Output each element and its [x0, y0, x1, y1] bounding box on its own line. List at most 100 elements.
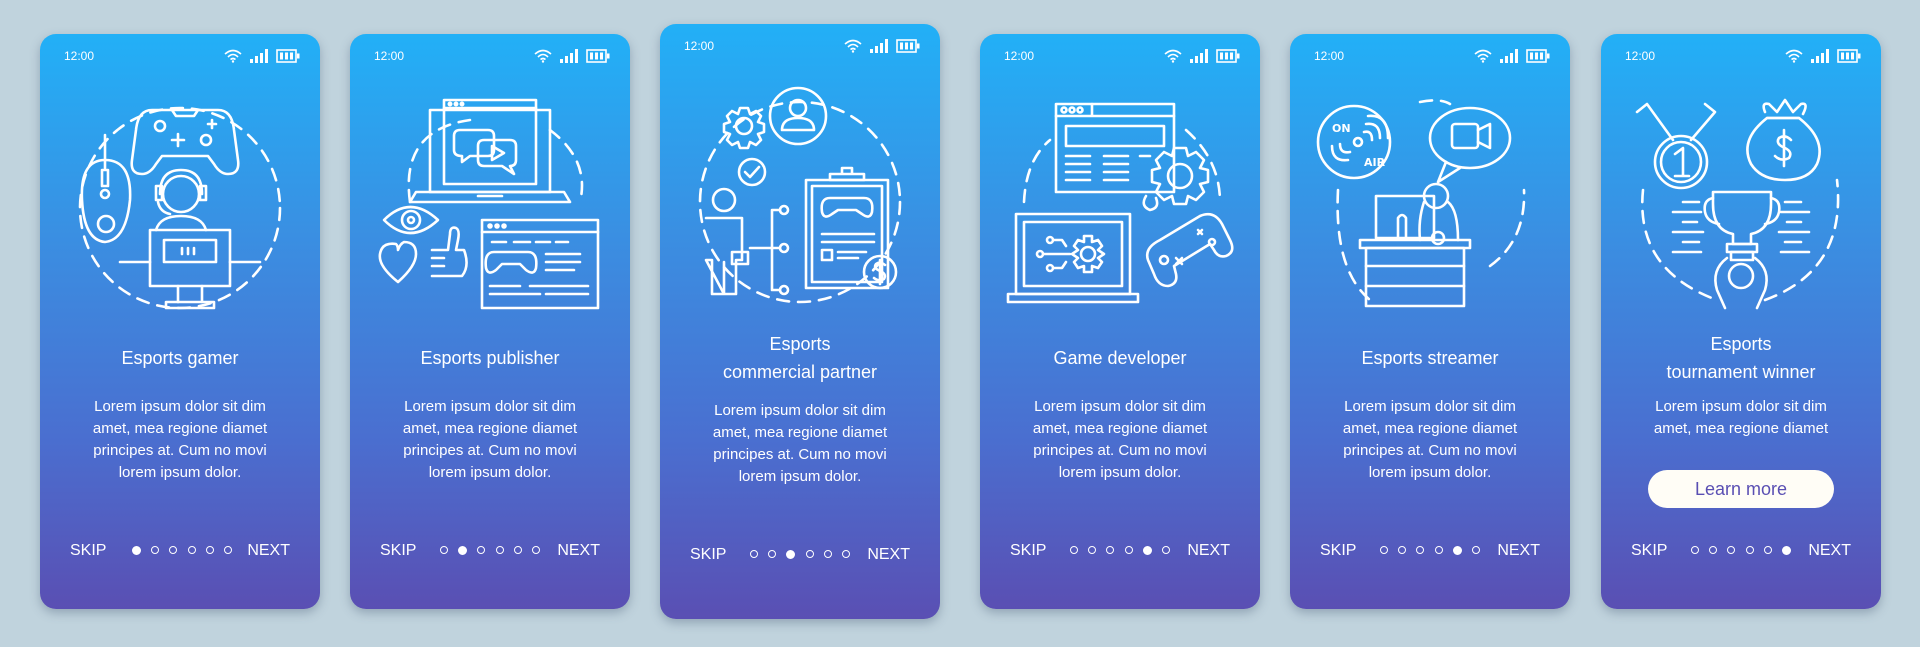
page-dot-6[interactable] — [531, 546, 540, 554]
battery-icon — [1526, 49, 1550, 63]
dollar-coin-icon — [862, 254, 898, 290]
page-dot-5[interactable] — [205, 546, 214, 554]
page-dot-2[interactable] — [1398, 546, 1407, 554]
page-dot-1[interactable] — [750, 550, 758, 558]
onboarding-screen-game-developer: 12:00 Game developer Lorem ipsum dolor s… — [980, 34, 1260, 609]
money-bag-icon — [1746, 98, 1821, 182]
mouse-icon — [80, 133, 132, 244]
screen-title: Esports gamer — [121, 348, 239, 368]
esports-streamer-illustration: ON AIR — [1310, 90, 1550, 320]
screen-description: Lorem ipsum dolor sit dim amet, mea regi… — [92, 398, 268, 481]
commercial-partner-illustration — [680, 84, 920, 314]
screen-description: Lorem ipsum dolor sit dim amet, mea regi… — [1653, 398, 1829, 437]
page-dot-5[interactable] — [823, 550, 832, 558]
page-indicator — [132, 546, 232, 555]
page-dot-3[interactable] — [786, 550, 796, 559]
page-dot-6[interactable] — [1471, 546, 1480, 554]
page-dot-3[interactable] — [1727, 546, 1736, 554]
screen-title: Esports commercial partner — [670, 330, 930, 386]
laptop-code-icon — [1006, 212, 1140, 304]
screen-title-line-1: Esports — [1710, 334, 1772, 354]
screen-title-line-2: commercial partner — [722, 362, 878, 382]
signal-icon — [560, 49, 578, 63]
page-dot-1[interactable] — [132, 546, 141, 555]
status-bar: 12:00 — [980, 48, 1260, 64]
page-dot-1[interactable] — [1070, 546, 1078, 554]
page-dot-5[interactable] — [513, 546, 522, 554]
skip-button[interactable]: SKIP — [690, 545, 726, 565]
learn-more-button[interactable]: Learn more — [1648, 470, 1834, 508]
page-indicator — [1070, 546, 1170, 555]
first-place-medal-icon — [1635, 102, 1717, 190]
onboarding-nav: SKIP NEXT — [980, 541, 1260, 561]
page-dot-6[interactable] — [841, 550, 850, 558]
page-dot-6[interactable] — [1161, 546, 1170, 554]
page-dot-2[interactable] — [1709, 546, 1718, 554]
winner-person-icon — [1714, 256, 1768, 310]
page-dot-3[interactable] — [477, 546, 486, 554]
screen-title-line-2: tournament winner — [1666, 362, 1816, 382]
next-button[interactable]: NEXT — [1808, 541, 1851, 561]
connection-tree-icon — [748, 204, 790, 296]
page-dot-6[interactable] — [1781, 546, 1791, 555]
screen-description: Lorem ipsum dolor sit dim amet, mea regi… — [402, 398, 578, 481]
onboarding-screen-esports-streamer: 12:00 ON AIR Esports streamer Lorem ipsu… — [1290, 34, 1570, 609]
contract-clipboard-icon — [804, 166, 890, 290]
signal-icon — [250, 49, 268, 63]
page-dot-2[interactable] — [458, 546, 468, 555]
onboarding-screen-commercial-partner: 12:00 Esports commercial partner Lorem i… — [660, 24, 940, 619]
game-website-icon — [480, 218, 600, 310]
dashed-arc — [407, 118, 584, 204]
page-dot-5[interactable] — [1763, 546, 1772, 554]
page-indicator — [1691, 546, 1791, 555]
checkmark-icon — [737, 157, 767, 187]
page-dot-1[interactable] — [1691, 546, 1699, 554]
eye-icon — [382, 205, 440, 235]
next-button[interactable]: NEXT — [557, 541, 600, 561]
page-dot-3[interactable] — [169, 546, 178, 554]
page-dot-4[interactable] — [805, 550, 814, 558]
onboarding-screen-tournament-winner: 12:00 Esports tournament winner Lorem ip… — [1601, 34, 1881, 609]
next-button[interactable]: NEXT — [247, 541, 290, 561]
page-dot-2[interactable] — [1088, 546, 1097, 554]
page-dot-3[interactable] — [1416, 546, 1425, 554]
page-dot-4[interactable] — [495, 546, 504, 554]
skip-button[interactable]: SKIP — [70, 541, 106, 561]
page-dot-4[interactable] — [1434, 546, 1443, 554]
screen-description: Lorem ipsum dolor sit dim amet, mea regi… — [712, 402, 888, 485]
skip-button[interactable]: SKIP — [1010, 541, 1046, 561]
gamepad-icon — [130, 108, 240, 176]
page-dot-4[interactable] — [187, 546, 196, 554]
skip-button[interactable]: SKIP — [1320, 541, 1356, 561]
page-dot-2[interactable] — [151, 546, 160, 554]
page-dot-3[interactable] — [1106, 546, 1115, 554]
status-bar: 12:00 — [1290, 48, 1570, 64]
signal-icon — [1190, 49, 1208, 63]
page-dot-1[interactable] — [1380, 546, 1388, 554]
next-button[interactable]: NEXT — [867, 545, 910, 565]
page-dot-6[interactable] — [223, 546, 232, 554]
streamer-at-desk-icon — [1358, 182, 1472, 308]
wifi-icon — [534, 49, 552, 63]
page-dot-1[interactable] — [440, 546, 448, 554]
screen-title: Esports publisher — [420, 348, 560, 368]
dashed-arc — [1641, 178, 1840, 302]
battery-icon — [1216, 49, 1240, 63]
skip-button[interactable]: SKIP — [380, 541, 416, 561]
user-profile-icon — [768, 86, 828, 146]
page-dot-2[interactable] — [768, 550, 777, 558]
next-button[interactable]: NEXT — [1497, 541, 1540, 561]
chat-video-icon — [452, 128, 518, 176]
next-button[interactable]: NEXT — [1187, 541, 1230, 561]
page-dot-5[interactable] — [1452, 546, 1462, 555]
onboarding-nav: SKIP NEXT — [1290, 541, 1570, 561]
gears-icon — [1142, 146, 1210, 212]
onboarding-nav: SKIP NEXT — [1601, 541, 1881, 561]
status-bar: 12:00 — [1601, 48, 1881, 64]
status-time: 12:00 — [684, 39, 715, 53]
skip-button[interactable]: SKIP — [1631, 541, 1667, 561]
page-dot-4[interactable] — [1124, 546, 1133, 554]
page-dot-4[interactable] — [1745, 546, 1754, 554]
onboarding-nav: SKIP NEXT — [660, 545, 940, 565]
page-dot-5[interactable] — [1142, 546, 1152, 555]
